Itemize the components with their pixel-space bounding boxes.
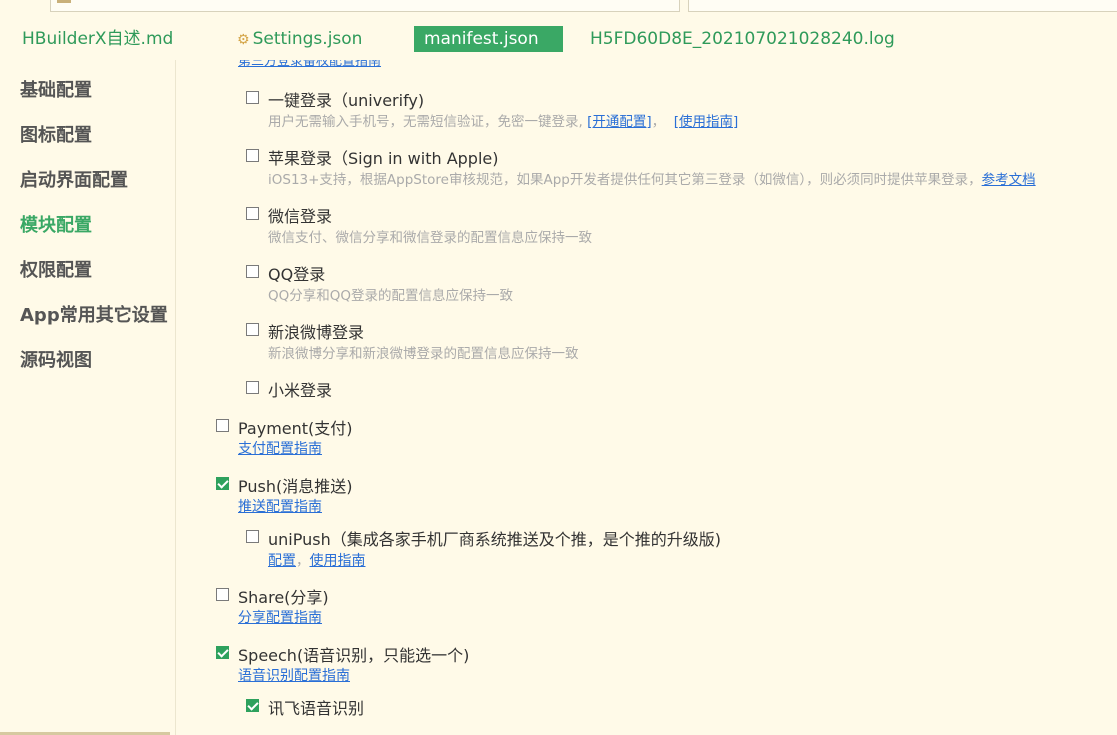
tab-label: manifest.json bbox=[424, 29, 539, 49]
share-label: Share(分享) bbox=[238, 588, 329, 607]
separator: ， bbox=[651, 114, 666, 130]
separator: ， bbox=[296, 553, 310, 569]
speech-option[interactable]: Speech(语音识别，只能选一个) bbox=[216, 642, 469, 666]
sidebar-item-modules[interactable]: 模块配置 bbox=[20, 211, 92, 237]
apple-login-desc-text: iOS13+支持，根据AppStore审核规范，如果App开发者提供任何其它第三… bbox=[268, 172, 982, 188]
unipush-label: uniPush（集成各家手机厂商系统推送及个推，是个推的升级版) bbox=[268, 530, 721, 549]
weixin-login-desc: 微信支付、微信分享和微信登录的配置信息应保持一致 bbox=[268, 230, 592, 246]
weixin-login-label: 微信登录 bbox=[268, 207, 333, 226]
apple-login-option[interactable]: 苹果登录（Sign in with Apple) bbox=[246, 145, 498, 169]
payment-guide: 支付配置指南 bbox=[238, 438, 322, 458]
ifly-speech-label: 讯飞语音识别 bbox=[268, 699, 365, 718]
sina-login-desc: 新浪微博分享和新浪微博登录的配置信息应保持一致 bbox=[268, 346, 579, 362]
share-option[interactable]: Share(分享) bbox=[216, 584, 329, 608]
speech-guide-link[interactable]: 语音识别配置指南 bbox=[238, 668, 350, 684]
push-label: Push(消息推送) bbox=[238, 477, 353, 496]
sidebar-item-permissions[interactable]: 权限配置 bbox=[20, 256, 92, 282]
ifly-speech-checkbox[interactable] bbox=[246, 698, 259, 712]
ifly-speech-option[interactable]: 讯飞语音识别 bbox=[246, 695, 364, 719]
qq-login-desc: QQ分享和QQ登录的配置信息应保持一致 bbox=[268, 288, 514, 304]
univerify-enable-link[interactable]: [开通配置] bbox=[587, 114, 652, 130]
qq-login-option[interactable]: QQ登录 bbox=[246, 261, 325, 285]
univerify-desc: 用户无需输入手机号，无需短信验证，免密一键登录, [开通配置]， [使用指南] bbox=[268, 110, 738, 130]
univerify-guide-link[interactable]: [使用指南] bbox=[674, 114, 739, 130]
push-guide: 推送配置指南 bbox=[238, 496, 322, 516]
apple-login-label: 苹果登录（Sign in with Apple) bbox=[268, 149, 499, 168]
speech-guide: 语音识别配置指南 bbox=[238, 665, 350, 685]
unipush-links: 配置，使用指南 bbox=[268, 549, 366, 570]
push-option[interactable]: Push(消息推送) bbox=[216, 473, 352, 497]
share-guide-link[interactable]: 分享配置指南 bbox=[238, 610, 322, 626]
sidebar: 基础配置 图标配置 启动界面配置 模块配置 权限配置 App常用其它设置 源码视… bbox=[0, 60, 176, 735]
speech-checkbox[interactable] bbox=[216, 645, 229, 659]
tab-label: HBuilderX自述.md bbox=[22, 29, 174, 49]
gear-icon: ⚙ bbox=[237, 32, 250, 48]
sidebar-item-app-other[interactable]: App常用其它设置 bbox=[20, 301, 168, 327]
sidebar-item-source-view[interactable]: 源码视图 bbox=[20, 346, 92, 372]
top-strip bbox=[0, 0, 1117, 14]
weixin-login-checkbox[interactable] bbox=[246, 206, 259, 220]
tab-label: Settings.json bbox=[252, 29, 363, 49]
oauth-guide-link[interactable]: 第三方登录备权配置指南 bbox=[238, 60, 381, 69]
sidebar-item-basic[interactable]: 基础配置 bbox=[20, 76, 92, 102]
unipush-guide-link[interactable]: 使用指南 bbox=[310, 553, 366, 569]
share-checkbox[interactable] bbox=[216, 587, 229, 601]
univerify-label: 一键登录（univerify) bbox=[268, 91, 425, 110]
xiaomi-login-checkbox[interactable] bbox=[246, 380, 259, 394]
payment-label: Payment(支付) bbox=[238, 419, 353, 438]
payment-guide-link[interactable]: 支付配置指南 bbox=[238, 441, 322, 457]
xiaomi-login-option[interactable]: 小米登录 bbox=[246, 377, 332, 401]
tab-readme[interactable]: HBuilderX自述.md bbox=[22, 26, 173, 52]
sina-login-option[interactable]: 新浪微博登录 bbox=[246, 319, 364, 343]
unipush-option[interactable]: uniPush（集成各家手机厂商系统推送及个推，是个推的升级版) bbox=[246, 526, 721, 550]
sina-login-checkbox[interactable] bbox=[246, 322, 259, 336]
qq-login-label: QQ登录 bbox=[268, 265, 326, 284]
weixin-login-option[interactable]: 微信登录 bbox=[246, 203, 332, 227]
push-guide-link[interactable]: 推送配置指南 bbox=[238, 499, 322, 515]
apple-login-doc-link[interactable]: 参考文档 bbox=[982, 172, 1036, 188]
tab-settings[interactable]: ⚙ Settings.json bbox=[237, 26, 362, 52]
payment-checkbox[interactable] bbox=[216, 418, 229, 432]
unipush-config-link[interactable]: 配置 bbox=[268, 553, 296, 569]
top-input-right[interactable] bbox=[688, 0, 1117, 12]
xiaomi-login-label: 小米登录 bbox=[268, 381, 333, 400]
tab-label: H5FD60D8E_202107021028240.log bbox=[590, 29, 895, 49]
tab-log[interactable]: H5FD60D8E_202107021028240.log bbox=[590, 26, 895, 52]
sidebar-item-icons[interactable]: 图标配置 bbox=[20, 121, 92, 147]
editor-tabs: HBuilderX自述.md ⚙ Settings.json manifest.j… bbox=[0, 22, 1117, 58]
push-checkbox[interactable] bbox=[216, 476, 229, 490]
speech-label: Speech(语音识别，只能选一个) bbox=[238, 646, 470, 665]
apple-login-desc: iOS13+支持，根据AppStore审核规范，如果App开发者提供任何其它第三… bbox=[268, 168, 1036, 188]
unipush-checkbox[interactable] bbox=[246, 529, 259, 543]
tab-manifest[interactable]: manifest.json bbox=[414, 26, 563, 52]
payment-option[interactable]: Payment(支付) bbox=[216, 415, 353, 439]
qq-login-checkbox[interactable] bbox=[246, 264, 259, 278]
univerify-desc-text: 用户无需输入手机号，无需短信验证，免密一键登录, bbox=[268, 114, 588, 130]
apple-login-checkbox[interactable] bbox=[246, 148, 259, 162]
top-input-left[interactable] bbox=[50, 0, 680, 12]
share-guide: 分享配置指南 bbox=[238, 607, 322, 627]
sina-login-label: 新浪微博登录 bbox=[268, 323, 365, 342]
sidebar-item-splash[interactable]: 启动界面配置 bbox=[20, 166, 128, 192]
univerify-checkbox[interactable] bbox=[246, 90, 259, 104]
univerify-option[interactable]: 一键登录（univerify) bbox=[246, 87, 424, 111]
module-config-panel: 第三方登录备权配置指南 一键登录（univerify) 用户无需输入手机号，无需… bbox=[176, 60, 1117, 735]
folder-icon bbox=[57, 0, 71, 3]
